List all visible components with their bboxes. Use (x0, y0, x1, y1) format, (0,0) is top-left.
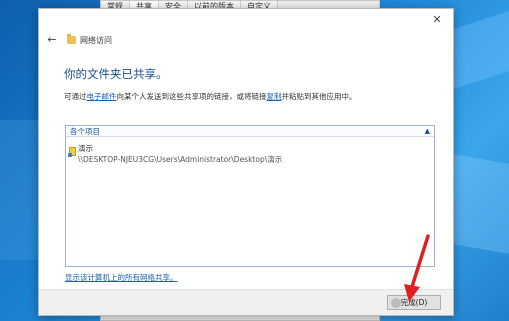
list-group-header[interactable]: 各个项目 ▲ (66, 126, 434, 137)
window-title: 网络访问 (80, 35, 112, 45)
collapse-chevron-icon[interactable]: ▲ (425, 127, 430, 135)
email-link[interactable]: 电子邮件 (87, 92, 117, 101)
shared-items-list: 各个项目 ▲ 演示 \\DESKTOP-NJEU3CG\Users\Admini… (65, 125, 435, 267)
show-all-shares-link[interactable]: 显示该计算机上的所有网络共享。 (65, 272, 178, 283)
done-button[interactable]: 完成(D) (387, 295, 441, 310)
item-name: 演示 (78, 144, 93, 153)
copy-link[interactable]: 复制 (267, 92, 282, 101)
page-heading: 你的文件夹已共享。 (64, 67, 168, 81)
network-access-dialog: ✕ ← 网络访问 你的文件夹已共享。 可通过电子邮件向某个人发送到这些共享项的链… (38, 8, 454, 316)
close-icon[interactable]: ✕ (429, 13, 445, 27)
back-arrow-icon[interactable]: ← (45, 33, 59, 47)
list-group-title: 各个项目 (70, 126, 100, 136)
description-text: 可通过 (64, 92, 87, 101)
description-text: 向某个人发送到这些共享项的链接，或将链接 (116, 92, 267, 101)
folder-icon (67, 34, 76, 44)
light-beam (0, 120, 40, 260)
list-item[interactable]: 演示 \\DESKTOP-NJEU3CG\Users\Administrator… (66, 137, 434, 173)
dialog-footer: 完成(D) (39, 289, 453, 315)
share-description: 可通过电子邮件向某个人发送到这些共享项的链接，或将链接复制并粘贴到其他应用中。 (64, 91, 434, 102)
cursor-highlight (391, 298, 401, 308)
dialog-titlebar: ← 网络访问 (45, 33, 112, 47)
description-text: 并粘贴到其他应用中。 (281, 92, 357, 101)
done-button-label: 完成(D) (400, 298, 428, 307)
item-path: \\DESKTOP-NJEU3CG\Users\Administrator\De… (78, 155, 283, 164)
shared-folder-icon (68, 147, 76, 157)
